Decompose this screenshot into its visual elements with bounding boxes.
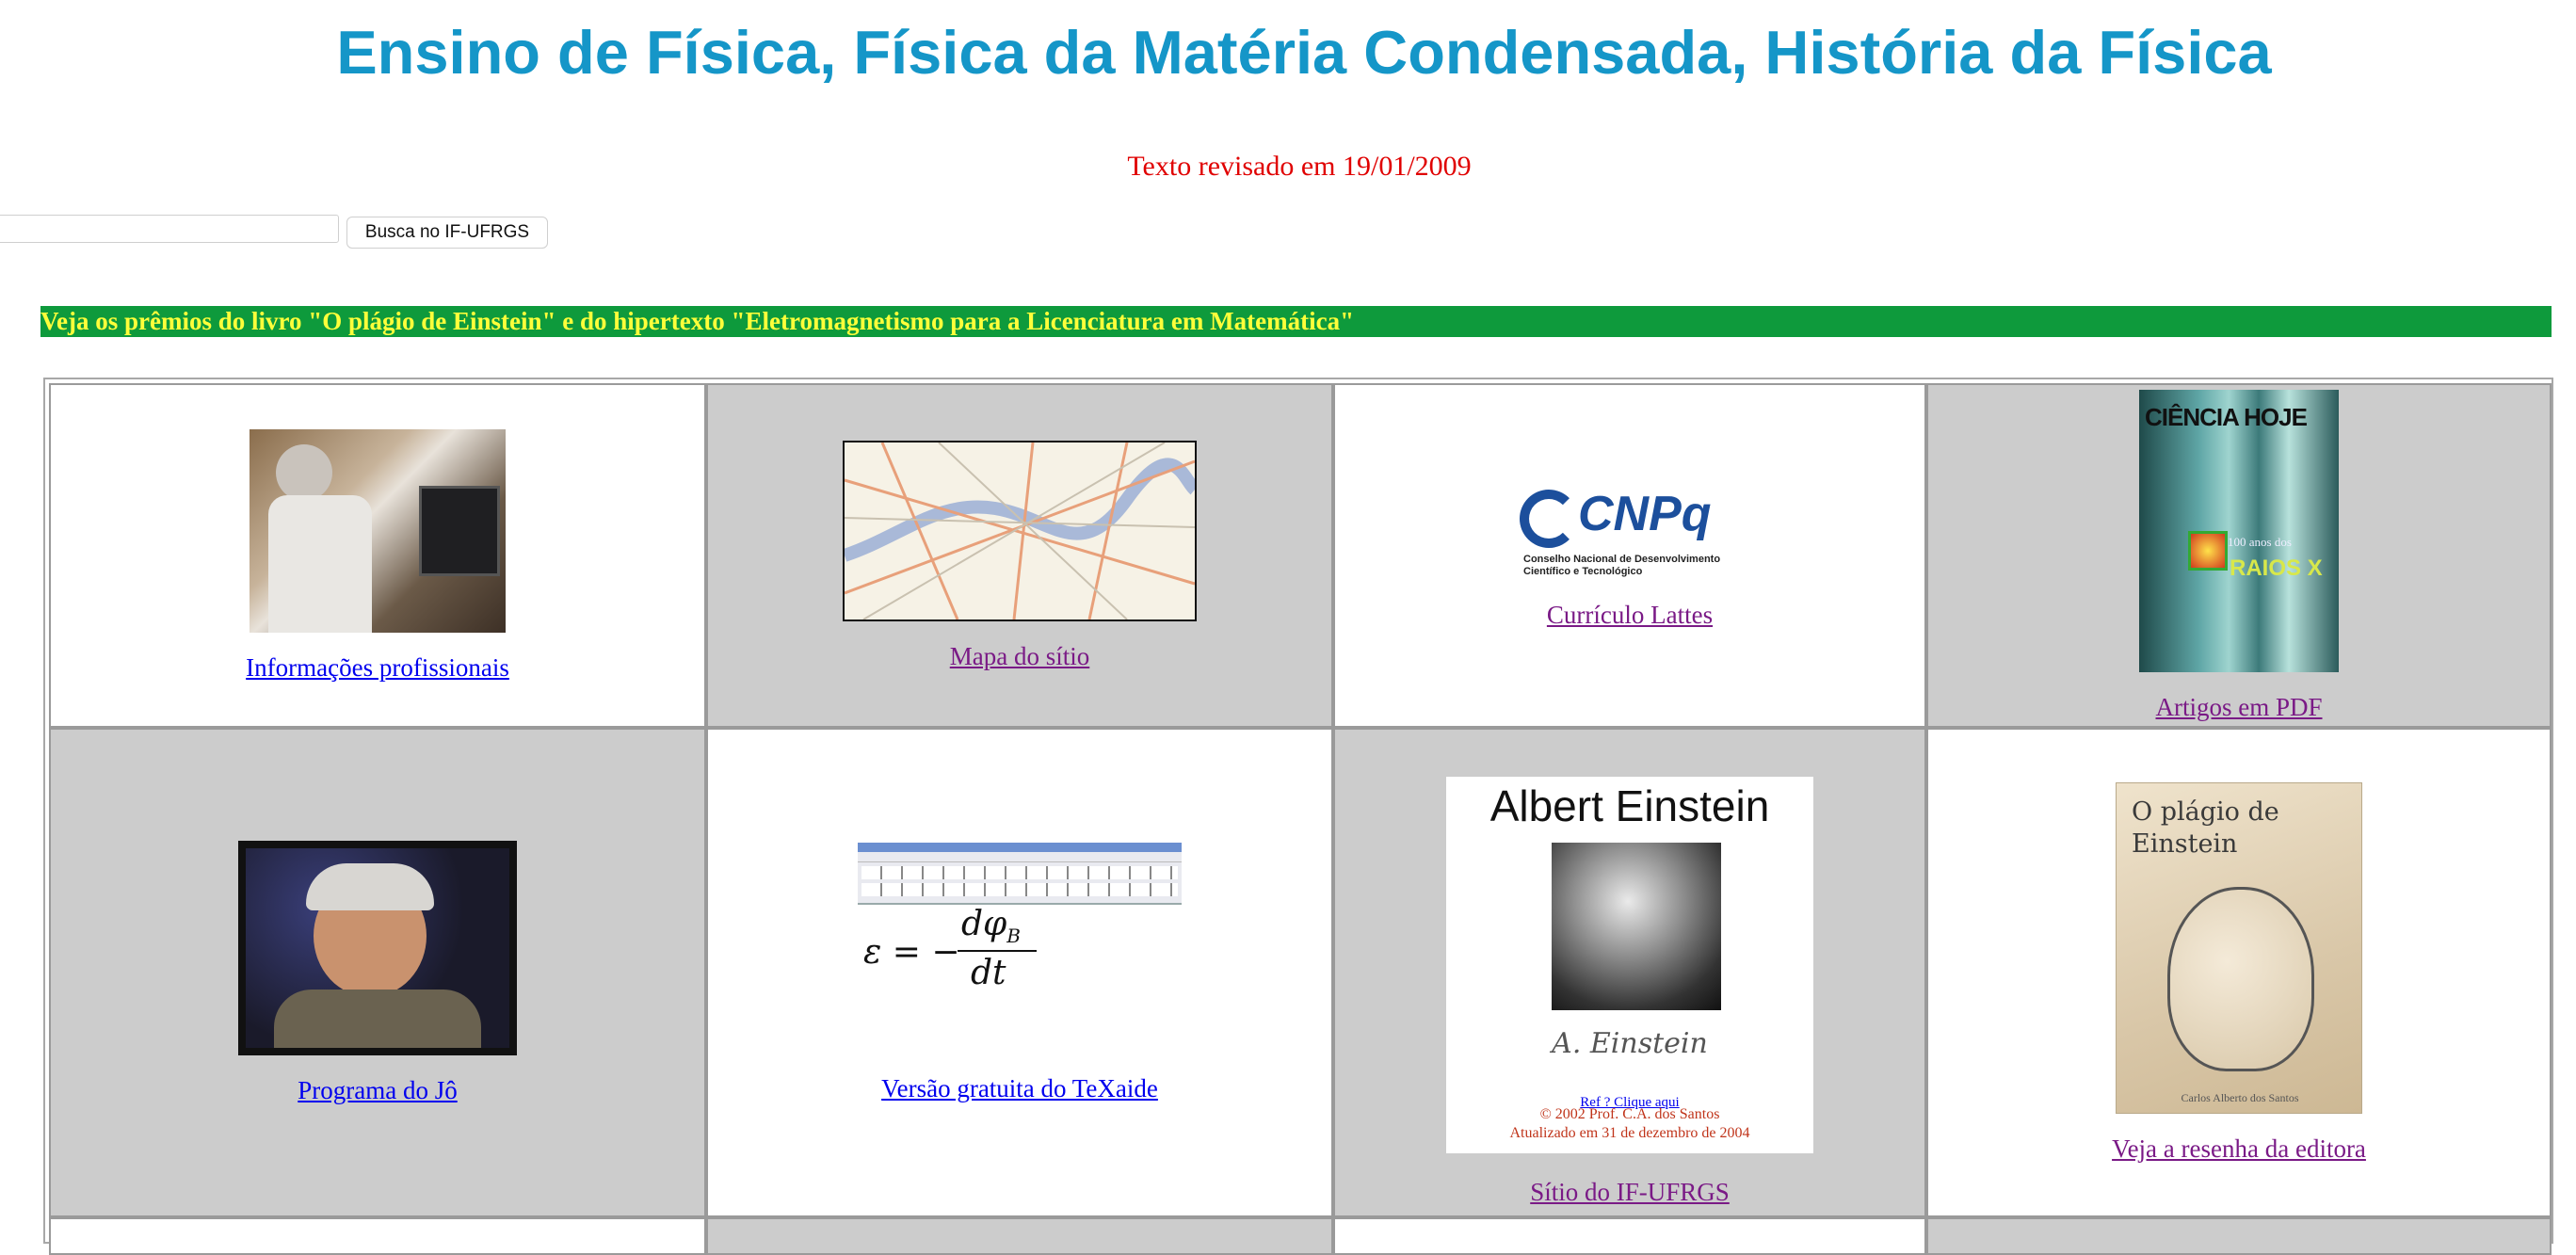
cell-row3-1 <box>49 1217 706 1255</box>
einstein-copyright: © 2002 Prof. C.A. dos Santos <box>1539 1105 1720 1122</box>
site-map-image[interactable] <box>843 440 1197 621</box>
link-resenha[interactable]: Veja a resenha da editora <box>2112 1134 2366 1164</box>
link-informacoes[interactable]: Informações profissionais <box>246 653 509 683</box>
einstein-portrait <box>1552 842 1721 1010</box>
einstein-updated: Atualizado em 31 de dezembro de 2004 <box>1509 1124 1750 1141</box>
revision-date: Texto revisado em 19/01/2009 <box>1127 151 1472 182</box>
cell-ifufrgs: Albert Einstein A. Einstein Ref ? Clique… <box>1333 728 1926 1217</box>
awards-banner[interactable]: Veja os prêmios do livro "O plágio de Ei… <box>40 306 2552 337</box>
navigation-grid: Informações profissionais Mapa do sítio … <box>43 378 2553 1255</box>
cell-texaide: ε = − dφB dt Versão gratuita do TeXaide <box>706 728 1333 1217</box>
cell-row3-4 <box>1926 1217 2552 1255</box>
raios-x-small: 100 anos dos <box>2228 534 2292 549</box>
equation-den: dt <box>971 953 1006 992</box>
link-texaide[interactable]: Versão gratuita do TeXaide <box>881 1074 1158 1103</box>
plagio-book-cover[interactable]: O plágio de Einstein Carlos Alberto dos … <box>2116 781 2362 1114</box>
equation-bar <box>958 949 1037 952</box>
cell-pdf: CIÊNCIA HOJE 100 anos dos RAIOS X Artigo… <box>1926 383 2552 728</box>
search-button[interactable]: Busca no IF-UFRGS <box>346 217 548 249</box>
tv-interview-photo[interactable] <box>238 840 517 1055</box>
ciencia-hoje-masthead: CIÊNCIA HOJE <box>2145 402 2308 431</box>
page-title: Ensino de Física, Física da Matéria Cond… <box>336 18 2272 87</box>
cell-jo: Programa do Jô <box>49 728 706 1217</box>
link-pdf[interactable]: Artigos em PDF <box>2155 693 2322 722</box>
search-input[interactable] <box>0 215 339 243</box>
awards-banner-link[interactable]: Veja os prêmios do livro "O plágio de Ei… <box>40 307 1354 335</box>
link-jo[interactable]: Programa do Jô <box>298 1076 457 1105</box>
link-ifufrgs[interactable]: Sítio do IF-UFRGS <box>1530 1178 1730 1207</box>
cnpq-emblem-icon <box>1520 489 1578 548</box>
cnpq-name: CNPq <box>1578 486 1712 541</box>
texaide-toolbar <box>858 842 1182 905</box>
link-mapa[interactable]: Mapa do sítio <box>950 642 1090 671</box>
photo-at-desk-image[interactable] <box>250 428 506 633</box>
texaide-equation-image[interactable]: ε = − dφB dt <box>858 842 1182 999</box>
einstein-signature: A. Einstein <box>1552 1026 1708 1060</box>
cell-row3-3 <box>1333 1217 1926 1255</box>
cnpq-subtitle: Conselho Nacional de Desenvolvimento Cie… <box>1523 553 1721 577</box>
cell-info: Informações profissionais <box>49 383 706 728</box>
cell-resenha: O plágio de Einstein Carlos Alberto dos … <box>1926 728 2552 1217</box>
cell-mapa: Mapa do sítio <box>706 383 1333 728</box>
equation-num: dφB <box>961 904 1021 947</box>
equation-lhs: ε = − <box>863 932 960 972</box>
raios-x-label: RAIOS X <box>2230 555 2323 581</box>
raios-x-icon <box>2188 530 2228 571</box>
einstein-name: Albert Einstein <box>1489 780 1770 830</box>
ciencia-hoje-cover-image[interactable]: CIÊNCIA HOJE 100 anos dos RAIOS X <box>2139 389 2339 672</box>
cell-lattes: CNPq Conselho Nacional de Desenvolviment… <box>1333 383 1926 728</box>
cell-row3-2 <box>706 1217 1333 1255</box>
einstein-card[interactable]: Albert Einstein A. Einstein Ref ? Clique… <box>1446 776 1813 1153</box>
cnpq-logo[interactable]: CNPq Conselho Nacional de Desenvolviment… <box>1512 482 1747 580</box>
einstein-sketch-icon <box>2167 886 2314 1071</box>
plagio-cover-title: O plágio de Einstein <box>2132 796 2279 859</box>
link-lattes[interactable]: Currículo Lattes <box>1547 601 1713 630</box>
cover-author: Carlos Alberto dos Santos <box>2181 1090 2299 1104</box>
